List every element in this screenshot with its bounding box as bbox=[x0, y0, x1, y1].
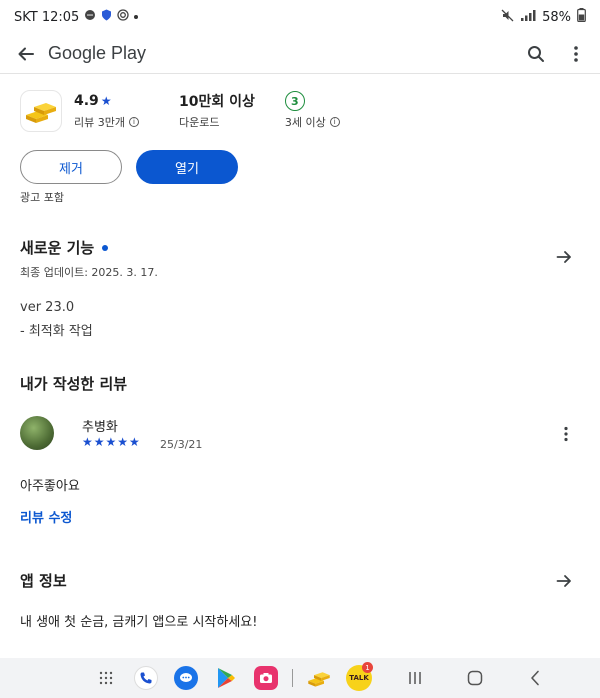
app-info-arrow-button[interactable] bbox=[554, 571, 574, 591]
whats-new-arrow-button[interactable] bbox=[554, 247, 574, 267]
top-app-bar: Google Play bbox=[0, 34, 600, 74]
play-store-app-button[interactable] bbox=[206, 658, 246, 698]
more-vert-icon bbox=[574, 45, 578, 62]
rating-star-icon: ★ bbox=[100, 94, 112, 108]
downloads-value: 10만회 이상 bbox=[178, 94, 255, 110]
notification-dot-icon bbox=[134, 15, 139, 19]
rating-value: 4.9 bbox=[74, 93, 99, 109]
age-rating-label: 3세 이상 bbox=[284, 116, 326, 129]
my-review-title: 내가 작성한 리뷰 bbox=[20, 375, 128, 393]
chevron-left-icon bbox=[531, 670, 539, 686]
edit-review-link[interactable]: 리뷰 수정 bbox=[20, 507, 72, 526]
home-icon bbox=[467, 670, 483, 686]
recents-icon bbox=[409, 672, 421, 684]
messages-app-button[interactable] bbox=[166, 658, 206, 698]
app-description: 내 생애 첫 순금, 금캐기 앱으로 시작하세요! bbox=[20, 615, 258, 630]
app-drawer-button[interactable] bbox=[86, 658, 126, 698]
whats-new-section[interactable]: 새로운 기능 최종 업데이트: 2025. 3. 17. bbox=[20, 237, 580, 280]
shield-icon bbox=[101, 9, 112, 25]
app-info-title[interactable]: 앱 정보 bbox=[20, 570, 67, 591]
phone-app-button[interactable] bbox=[126, 658, 166, 698]
open-button[interactable]: 열기 bbox=[136, 150, 238, 184]
age-rating-badge: 3 bbox=[284, 91, 305, 111]
gold-bars-icon bbox=[308, 672, 330, 687]
avatar bbox=[20, 416, 54, 450]
camera-app-button[interactable] bbox=[246, 658, 286, 698]
google-play-brand: Google Play bbox=[48, 43, 147, 63]
signal-icon bbox=[520, 9, 536, 26]
review-more-button[interactable] bbox=[556, 422, 576, 446]
whats-new-title: 새로운 기능 bbox=[20, 239, 95, 257]
kakaotalk-app-button[interactable]: TALK 1 bbox=[339, 658, 379, 698]
downloads-stat: 10만회 이상 다운로드 bbox=[179, 90, 255, 130]
release-note-line: - 최적화 작업 bbox=[20, 324, 93, 339]
review-date: 25/3/21 bbox=[160, 438, 203, 451]
last-updated-date: 최종 업데이트: 2025. 3. 17. bbox=[20, 266, 158, 279]
arrow-right-icon bbox=[556, 575, 571, 587]
mute-icon bbox=[501, 9, 514, 26]
battery-icon bbox=[577, 8, 586, 26]
chat-bubble-icon bbox=[174, 666, 198, 690]
arrow-right-icon bbox=[556, 251, 571, 263]
search-icon bbox=[528, 45, 544, 62]
status-carrier-time: SKT 12:05 bbox=[14, 9, 80, 25]
uninstall-button[interactable]: 제거 bbox=[20, 150, 122, 184]
review-card-header: 추병화 ★★★★★ 25/3/21 bbox=[20, 416, 580, 456]
downloads-label: 다운로드 bbox=[178, 116, 220, 129]
more-vert-icon bbox=[564, 426, 568, 442]
play-store-icon bbox=[218, 668, 235, 688]
app-icon[interactable] bbox=[20, 90, 62, 132]
action-buttons: 제거 열기 bbox=[20, 150, 238, 184]
home-button[interactable] bbox=[455, 658, 495, 698]
release-version: ver 23.0 bbox=[20, 300, 75, 315]
phone-icon bbox=[134, 666, 158, 690]
gold-app-button[interactable] bbox=[299, 658, 339, 698]
grid-icon bbox=[99, 671, 113, 685]
contains-ads-note: 광고 포함 bbox=[20, 191, 64, 204]
system-navigation-bar: TALK 1 bbox=[0, 658, 600, 698]
release-notes: ver 23.0 - 최적화 작업 bbox=[20, 296, 93, 344]
review-text: 아주좋아요 bbox=[20, 479, 80, 494]
gold-bars-icon bbox=[26, 103, 56, 123]
back-arrow-icon bbox=[18, 47, 34, 60]
info-icon: i bbox=[128, 117, 139, 127]
nav-separator bbox=[292, 669, 293, 687]
app-summary: 4.9 ★ 리뷰 3만개 i 10만회 이상 다운로드 3 3세 이상 i bbox=[20, 90, 580, 140]
back-button[interactable] bbox=[12, 40, 40, 68]
notification-badge: 1 bbox=[362, 662, 373, 673]
target-icon bbox=[117, 9, 129, 25]
search-button[interactable] bbox=[524, 42, 548, 66]
new-indicator-dot bbox=[102, 244, 109, 251]
recents-button[interactable] bbox=[395, 658, 435, 698]
info-icon: i bbox=[329, 117, 340, 127]
camera-icon bbox=[254, 666, 278, 690]
battery-percent: 58% bbox=[542, 9, 571, 25]
rating-stat[interactable]: 4.9 ★ 리뷰 3만개 i bbox=[74, 90, 139, 130]
reviews-count-label: 리뷰 3만개 bbox=[74, 116, 125, 129]
age-rating-stat[interactable]: 3 3세 이상 i bbox=[284, 90, 340, 130]
review-stars: ★★★★★ bbox=[82, 435, 141, 449]
more-options-button[interactable] bbox=[564, 42, 588, 66]
reviewer-name: 추병화 bbox=[82, 420, 118, 435]
back-nav-button[interactable] bbox=[515, 658, 555, 698]
message-icon bbox=[84, 9, 96, 25]
status-bar: SKT 12:05 58% bbox=[0, 0, 600, 34]
